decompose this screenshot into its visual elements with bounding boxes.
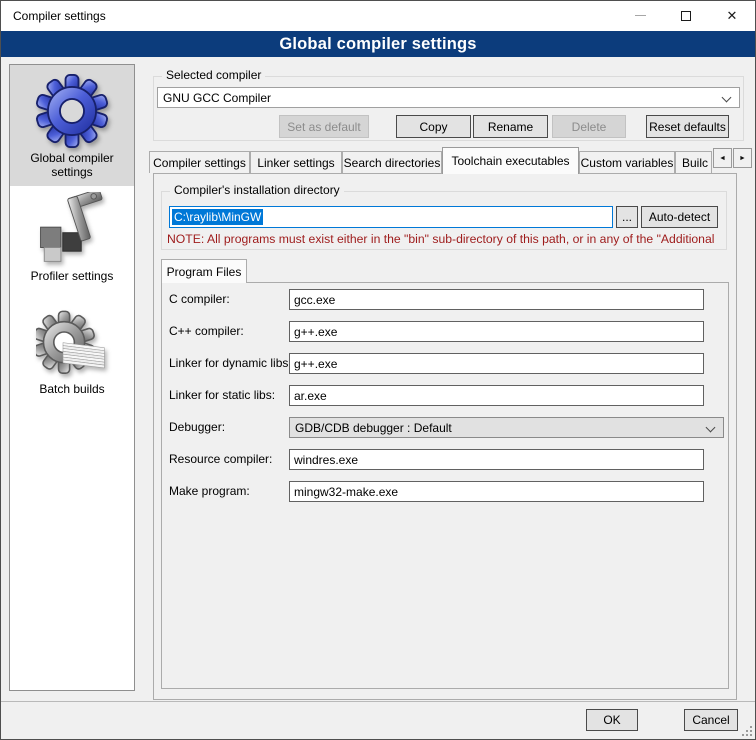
close-icon: ✕ <box>727 9 738 22</box>
blue-gear-icon <box>35 74 109 151</box>
cpp-compiler-input[interactable] <box>289 321 704 342</box>
compiler-settings-dialog: Compiler settings ✕ Global compiler sett… <box>0 0 756 740</box>
tab-linker-settings[interactable]: Linker settings <box>250 151 342 173</box>
c-compiler-label: C compiler: <box>169 292 230 306</box>
reset-defaults-button[interactable]: Reset defaults <box>646 115 729 138</box>
page-title: Global compiler settings <box>279 35 476 54</box>
linker-static-label: Linker for static libs: <box>169 388 275 402</box>
tab-toolchain-executables[interactable]: Toolchain executables <box>442 147 579 174</box>
arrow-right-icon: ► <box>739 155 746 162</box>
delete-button[interactable]: Delete <box>552 115 626 138</box>
installation-directory-group-label: Compiler's installation directory <box>170 183 344 197</box>
linker-dynamic-input[interactable] <box>289 353 704 374</box>
set-as-default-button[interactable]: Set as default <box>279 115 369 138</box>
caliper-profiler-icon <box>35 192 109 269</box>
selected-compiler-group-label: Selected compiler <box>162 68 265 82</box>
sidebar-item-global-compiler-settings[interactable]: Global compiler settings <box>10 65 134 186</box>
c-compiler-input[interactable] <box>289 289 704 310</box>
compiler-select[interactable]: GNU GCC Compiler <box>157 87 740 108</box>
debugger-select[interactable]: GDB/CDB debugger : Default <box>289 417 724 438</box>
titlebar[interactable]: Compiler settings ✕ <box>1 1 755 31</box>
resource-compiler-input[interactable] <box>289 449 704 470</box>
maximize-button[interactable] <box>663 1 709 30</box>
sidebar-item-label: Global compiler settings <box>10 151 134 179</box>
gray-gear-stack-icon <box>36 307 108 382</box>
tab-build-options-truncated[interactable]: Builc <box>675 151 712 173</box>
tab-custom-variables[interactable]: Custom variables <box>579 151 675 173</box>
resource-compiler-label: Resource compiler: <box>169 452 272 466</box>
maximize-icon <box>681 11 691 21</box>
chevron-down-icon <box>722 93 732 103</box>
minimize-icon <box>635 15 646 16</box>
close-button[interactable]: ✕ <box>709 1 755 30</box>
make-program-label: Make program: <box>169 484 250 498</box>
browse-directory-button[interactable]: ... <box>616 206 638 228</box>
installation-directory-input[interactable]: C:\raylib\MinGW <box>169 206 613 228</box>
auto-detect-button[interactable]: Auto-detect <box>641 206 718 228</box>
tab-scroll-right-button[interactable]: ► <box>733 148 752 168</box>
sidebar: Global compiler settings <box>9 64 135 691</box>
ok-button[interactable]: OK <box>586 709 638 731</box>
sidebar-item-label: Batch builds <box>35 382 108 396</box>
chevron-down-icon <box>706 423 716 433</box>
banner: Global compiler settings <box>1 31 755 57</box>
sidebar-item-batch-builds[interactable]: Batch builds <box>10 307 134 396</box>
sidebar-item-profiler-settings[interactable]: Profiler settings <box>10 192 134 283</box>
tab-scroll-left-button[interactable]: ◄ <box>713 148 732 168</box>
note-text: NOTE: All programs must exist either in … <box>167 232 731 246</box>
tab-program-files[interactable]: Program Files <box>161 259 247 283</box>
rename-button[interactable]: Rename <box>473 115 548 138</box>
window-title: Compiler settings <box>13 9 106 23</box>
cancel-button[interactable]: Cancel <box>684 709 738 731</box>
compiler-select-value: GNU GCC Compiler <box>163 91 271 105</box>
debugger-label: Debugger: <box>169 420 225 434</box>
linker-dynamic-label: Linker for dynamic libs: <box>169 356 292 370</box>
debugger-select-value: GDB/CDB debugger : Default <box>295 421 452 435</box>
minimize-button[interactable] <box>617 1 663 30</box>
sidebar-item-label: Profiler settings <box>27 269 118 283</box>
make-program-input[interactable] <box>289 481 704 502</box>
installation-directory-value: C:\raylib\MinGW <box>172 209 263 225</box>
arrow-left-icon: ◄ <box>719 155 726 162</box>
cpp-compiler-label: C++ compiler: <box>169 324 244 338</box>
linker-static-input[interactable] <box>289 385 704 406</box>
resize-grip[interactable] <box>742 726 752 736</box>
tab-compiler-settings[interactable]: Compiler settings <box>149 151 250 173</box>
copy-button[interactable]: Copy <box>396 115 471 138</box>
tab-search-directories[interactable]: Search directories <box>342 151 442 173</box>
footer-divider <box>1 701 755 702</box>
